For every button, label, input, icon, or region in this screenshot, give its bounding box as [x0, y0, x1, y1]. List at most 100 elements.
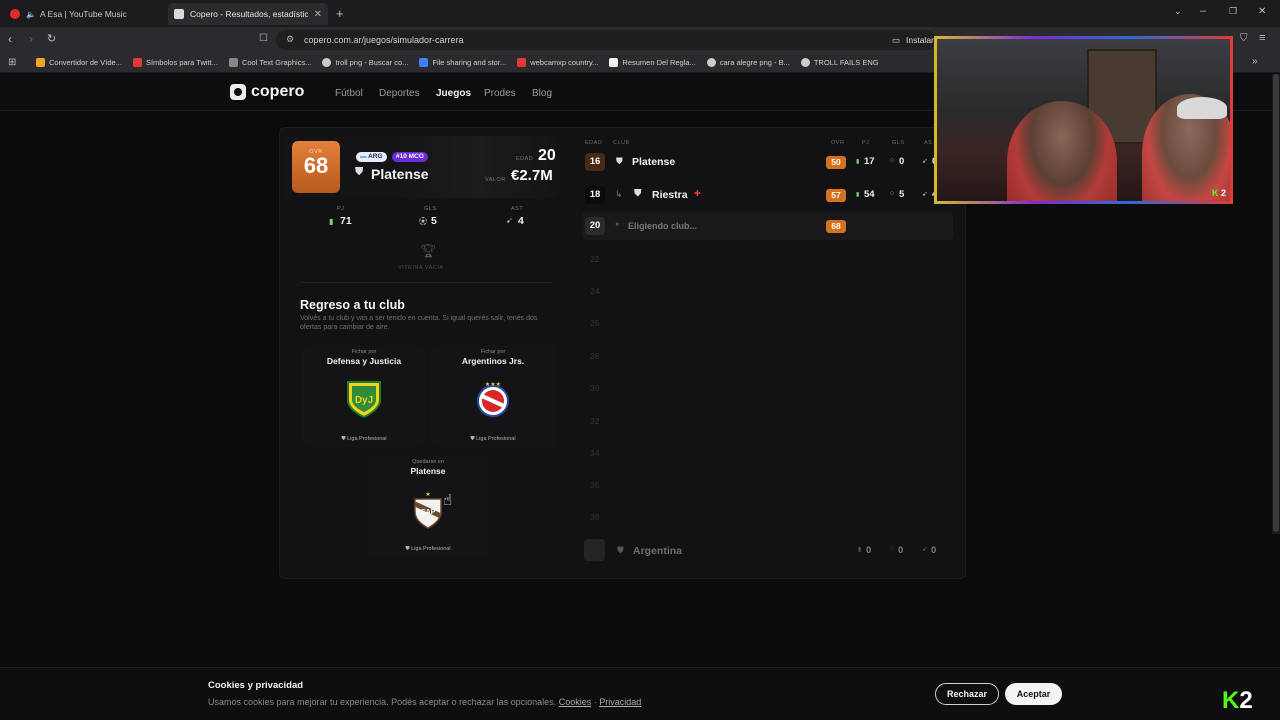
back-icon[interactable]: ‹ — [8, 32, 12, 46]
scrollbar[interactable] — [1272, 74, 1280, 534]
decision-description: Volvés a tu club y vas a ser tenido en c… — [300, 315, 538, 331]
more-bookmarks-icon[interactable]: » — [1252, 56, 1258, 67]
bookmark-item[interactable]: troll png - Buscar co... — [322, 58, 408, 67]
offer-league: ⛊ Liga Profesional — [431, 436, 555, 443]
bookmark-item[interactable]: Convertidor de Víde... — [36, 58, 122, 67]
cookie-banner: Cookies y privacidad Usamos cookies para… — [0, 667, 1280, 720]
google-icon — [322, 58, 332, 67]
row-club: Platense — [632, 156, 676, 168]
club-shield-icon: ⛊ — [616, 156, 623, 166]
bookmark-label: Símbolos para Twitt... — [145, 58, 218, 67]
career-row-current: 20 ● Eligiendo club... 68 — [582, 212, 953, 240]
nav-juegos[interactable]: Juegos — [436, 88, 471, 99]
offer-prefix: Fichar por — [351, 349, 377, 355]
row-age: 20 — [585, 217, 605, 235]
site-info-icon[interactable]: ⚙ — [286, 34, 294, 45]
assist-boot-icon: ➹ — [922, 158, 928, 165]
club-shield-icon: ⛊ — [617, 545, 624, 555]
kick-icon: K — [1211, 188, 1219, 198]
stay-prefix: Quedarse en — [412, 459, 444, 465]
minimize-icon[interactable]: – — [1200, 5, 1206, 17]
stay-league: ⛊ Liga Profesional — [367, 546, 489, 553]
assist-boot-icon: ➹ — [922, 546, 928, 553]
future-age: 36 — [590, 480, 600, 490]
offer-club-name: Argentinos Jrs. — [461, 356, 525, 366]
bookmark-item[interactable]: Símbolos para Twitt... — [132, 58, 218, 67]
tab-copero[interactable]: Copero - Resultados, estadística ✕ — [168, 3, 328, 25]
google-icon — [706, 58, 716, 67]
maximize-icon[interactable]: ❐ — [1229, 6, 1237, 17]
accept-cookies-button[interactable]: Aceptar — [1005, 683, 1062, 705]
apps-grid-icon[interactable]: ⊞ — [8, 57, 16, 68]
menu-icon[interactable]: ≡ — [1259, 32, 1265, 44]
url-field[interactable]: ⚙ copero.com.ar/juegos/simulador-carrera — [276, 30, 936, 50]
bookmark-item[interactable]: Cool Text Graphics... — [228, 58, 312, 67]
cookies-link[interactable]: Cookies — [559, 697, 592, 707]
bookmark-item[interactable]: TROLL FAILS ENG — [800, 58, 879, 67]
stat-value-ast: 4 — [518, 215, 524, 227]
copero-logo[interactable]: copero — [230, 83, 304, 101]
forward-icon[interactable]: › — [29, 32, 33, 46]
league-icon: ⛊ — [405, 546, 410, 552]
nav-blog[interactable]: Blog — [532, 88, 552, 99]
goal-ball-icon: ○ — [890, 190, 895, 197]
kick-badge-count: 2 — [1220, 188, 1226, 198]
red-card-icon: ✚ — [694, 189, 701, 198]
club-shield-icon: ⛊ — [355, 166, 364, 178]
install-button[interactable]: Instalar — [906, 35, 934, 45]
bookmark-item[interactable]: cara alegre png - B... — [706, 58, 790, 67]
national-pj: 0 — [866, 545, 872, 556]
goal-ball-icon: ○ — [890, 157, 895, 164]
bookmark-item[interactable]: Resumen Del Regla... — [609, 58, 696, 67]
svg-text:★★★: ★★★ — [485, 381, 501, 388]
crest-text: CAP — [421, 509, 436, 516]
market-value: €2.7M — [511, 167, 553, 184]
bookmark-label: troll png - Buscar co... — [335, 58, 409, 67]
future-age: 22 — [590, 254, 600, 264]
nav-deportes[interactable]: Deportes — [379, 88, 420, 99]
tab-search-icon[interactable]: ⌄ — [1174, 6, 1182, 17]
stat-label-gls: GLS — [424, 206, 437, 212]
close-tab-icon[interactable]: ✕ — [314, 9, 322, 20]
stat-value-gls: 5 — [431, 215, 437, 227]
bookmark-favicon-icon — [517, 58, 527, 67]
age-value: 20 — [538, 147, 556, 164]
copero-favicon-icon — [174, 9, 184, 19]
matches-icon: ▮ — [856, 192, 860, 198]
nav-futbol[interactable]: Fútbol — [335, 88, 363, 99]
tab-title: A Esa | YouTube Music — [39, 9, 127, 19]
bookmark-label: webcamxp country... — [530, 58, 599, 67]
future-age: 30 — [590, 383, 600, 393]
stat-value-pj: 71 — [340, 215, 352, 227]
offer-card-defensa[interactable]: Fichar por Defensa y Justicia DyJ ⛊ Liga… — [302, 345, 426, 447]
col-header-club: CLUB — [613, 140, 630, 146]
reload-icon[interactable]: ↻ — [47, 32, 56, 45]
league-name: Liga Profesional — [347, 436, 387, 442]
row-age: 18 — [585, 186, 605, 204]
privacy-link[interactable]: Privacidad — [599, 697, 641, 707]
reject-cookies-button[interactable]: Rechazar — [935, 683, 999, 705]
webcam-cap — [1177, 97, 1227, 119]
mouse-cursor-icon: ☝︎ — [443, 492, 453, 509]
loading-icon: ● — [615, 221, 620, 228]
bookmark-item[interactable]: File sharing and stor... — [419, 58, 506, 67]
bookmark-item[interactable]: webcamxp country... — [517, 58, 598, 67]
career-row[interactable]: 16 ⛊ Platense 50 ▮ 17 ○ 0 ➹ 0 — [582, 148, 953, 176]
tab-youtube-music[interactable]: 🔈 A Esa | YouTube Music — [4, 3, 164, 25]
kick-channel-badge: K 2 — [1212, 188, 1226, 198]
bookmark-icon[interactable]: ☐ — [259, 33, 268, 44]
bookmark-favicon-icon — [132, 58, 142, 67]
stay-card-platense[interactable]: Quedarse en Platense ★ CAP ⛊ Liga Profes… — [367, 455, 489, 557]
country-code: ARG — [368, 153, 383, 160]
scrollbar-thumb[interactable] — [1273, 74, 1279, 532]
offer-club-name: Defensa y Justicia — [326, 356, 402, 366]
career-row[interactable]: 18 ↳ ⛊ Riestra ✚ 57 ▮ 54 ○ 5 ➹ 4 — [582, 181, 953, 209]
row-ovr: 50 — [826, 156, 846, 169]
offer-card-argentinos[interactable]: Fichar por Argentinos Jrs. ★★★ ⛊ Liga Pr… — [431, 345, 555, 447]
shield-icon[interactable]: ⛉ — [1240, 33, 1248, 44]
close-window-icon[interactable]: ✕ — [1258, 6, 1266, 17]
new-tab-button[interactable]: + — [336, 6, 344, 21]
stat-label-ast: AST — [511, 206, 524, 212]
bookmark-label: Cool Text Graphics... — [241, 58, 312, 67]
nav-prodes[interactable]: Prodes — [484, 88, 516, 99]
